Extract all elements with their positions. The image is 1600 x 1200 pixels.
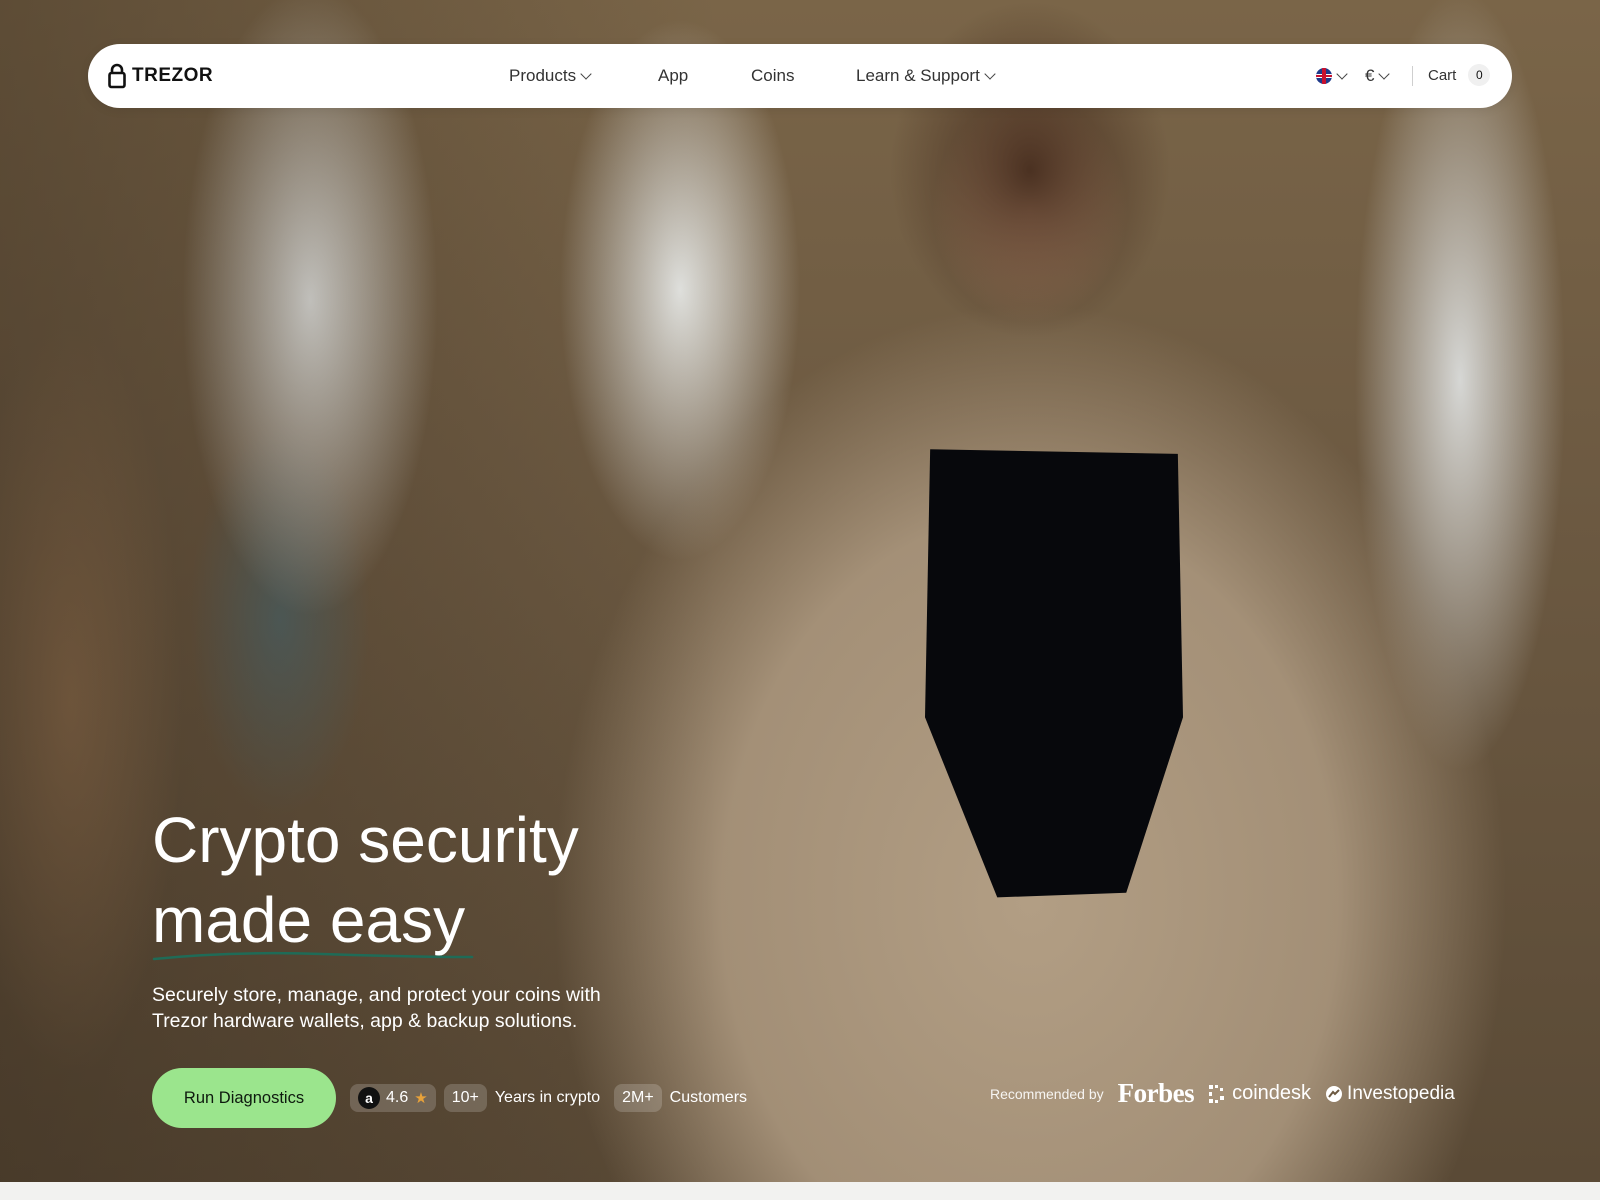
currency-label: € <box>1365 66 1375 85</box>
hero-headline: Crypto security made easy <box>152 800 579 960</box>
cart-button[interactable]: Cart 0 <box>1428 64 1491 86</box>
investopedia-logo: Investopedia <box>1325 1083 1455 1105</box>
nav-coins-label: Coins <box>751 66 795 85</box>
hero-subtitle-line-2: Trezor hardware wallets, app & backup so… <box>152 1010 578 1032</box>
customers-label: Customers <box>669 1089 748 1106</box>
nav-app[interactable]: App <box>658 66 688 86</box>
chevron-down-icon <box>984 68 996 80</box>
years-label: Years in crypto <box>494 1089 601 1106</box>
lock-logo-icon <box>108 63 126 89</box>
coindesk-logo: coindesk <box>1208 1082 1311 1105</box>
forbes-logo: Forbes <box>1117 1078 1195 1108</box>
years-value-badge: 10+ <box>443 1084 487 1112</box>
uk-flag-icon <box>1316 68 1332 84</box>
hero-subtitle: Securely store, manage, and protect your… <box>152 982 672 1034</box>
currency-selector[interactable]: € <box>1365 66 1391 86</box>
brand-name: TREZOR <box>132 65 214 86</box>
investopedia-name: Investopedia <box>1347 1082 1455 1104</box>
page-bottom-strip <box>0 1182 1600 1200</box>
chevron-down-icon <box>1336 68 1348 80</box>
coindesk-name: coindesk <box>1232 1082 1312 1104</box>
amazon-rating-badge: a 4.6 ★ <box>350 1084 436 1112</box>
nav-learn-support[interactable]: Learn & Support <box>856 66 996 86</box>
recommended-label: Recommended by <box>990 1085 1104 1102</box>
nav-products-label: Products <box>509 66 577 85</box>
chevron-down-icon <box>580 68 592 80</box>
site-header: TREZOR Products App Coins Learn & Suppor… <box>88 44 1512 108</box>
hero-headline-line-1: Crypto security <box>152 804 579 876</box>
star-icon: ★ <box>414 1090 428 1107</box>
coindesk-icon <box>1209 1084 1225 1103</box>
nav-products[interactable]: Products <box>509 66 592 86</box>
recommended-by: Recommended by Forbes coindesk Investope… <box>990 1078 1455 1109</box>
headline-underline <box>152 951 474 961</box>
rating-value: 4.6 <box>386 1089 409 1106</box>
run-diagnostics-button[interactable]: Run Diagnostics <box>152 1068 336 1128</box>
hero-headline-line-2: made easy <box>152 884 466 956</box>
header-divider <box>1412 66 1413 86</box>
chevron-down-icon <box>1378 68 1391 80</box>
nav-app-label: App <box>658 66 689 85</box>
cart-label: Cart <box>1428 66 1457 84</box>
cart-count-badge: 0 <box>1468 64 1491 86</box>
language-selector[interactable] <box>1316 68 1348 84</box>
trust-stats: a 4.6 ★ 10+ Years in crypto 2M+ Customer… <box>350 1083 753 1113</box>
investopedia-icon <box>1326 1085 1343 1102</box>
amazon-icon: a <box>358 1087 380 1109</box>
hero-subtitle-line-1: Securely store, manage, and protect your… <box>152 984 601 1006</box>
logo[interactable]: TREZOR <box>108 62 213 90</box>
nav-learn-support-label: Learn & Support <box>856 66 980 85</box>
customers-value-badge: 2M+ <box>614 1084 662 1112</box>
nav-coins[interactable]: Coins <box>751 66 794 86</box>
